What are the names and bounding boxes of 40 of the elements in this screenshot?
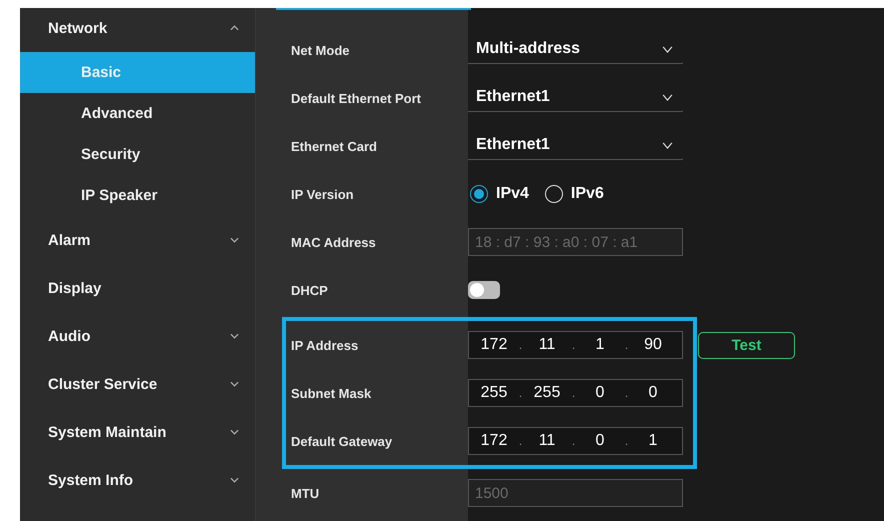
field-label: DHCP bbox=[291, 282, 329, 298]
chevron-down-icon bbox=[230, 381, 239, 387]
menu-item[interactable]: System Maintain bbox=[20, 408, 255, 456]
chevron-down-icon bbox=[230, 477, 239, 483]
field-label: IP Address bbox=[291, 338, 360, 352]
chevron-down-icon bbox=[230, 429, 239, 435]
submenu-item[interactable]: IP Speaker bbox=[20, 175, 255, 216]
submenu-item[interactable]: Security bbox=[20, 134, 255, 175]
menu-item[interactable]: Audio bbox=[20, 312, 255, 360]
field-label: Default Gateway bbox=[291, 434, 394, 448]
chevron-up-icon bbox=[230, 25, 239, 31]
field-label: Net Mode bbox=[291, 42, 350, 58]
radio-label: IPv4 bbox=[496, 185, 529, 203]
ip-input-field[interactable]: 172 . 11 . 1 . 90 bbox=[468, 331, 683, 359]
field-label: MAC Address bbox=[291, 234, 377, 250]
ip-input-field[interactable]: 255 . 255 . 0 . 0 bbox=[468, 379, 683, 407]
dropdown[interactable]: Multi-address bbox=[468, 36, 683, 64]
field-label: Ethernet Card bbox=[291, 138, 378, 154]
dropdown[interactable]: Ethernet1 bbox=[468, 84, 683, 112]
field-label: MTU bbox=[291, 486, 320, 500]
caret-icon bbox=[662, 142, 673, 148]
caret-icon bbox=[662, 94, 673, 100]
submenu-item[interactable]: Advanced bbox=[20, 93, 255, 134]
menu-item[interactable]: Display bbox=[20, 264, 255, 312]
ip-input-field[interactable]: 172 . 11 . 0 . 1 bbox=[468, 427, 683, 455]
caret-icon bbox=[662, 46, 673, 52]
menu-item[interactable]: Cluster Service bbox=[20, 360, 255, 408]
menu-item[interactable]: System Info bbox=[20, 456, 255, 504]
toggle-switch[interactable] bbox=[468, 281, 500, 299]
field-label: Default Ethernet Port bbox=[291, 90, 422, 106]
field-label: Subnet Mask bbox=[291, 386, 372, 400]
menu-item[interactable]: Network bbox=[20, 8, 255, 48]
dropdown[interactable]: Ethernet1 bbox=[468, 132, 683, 160]
radio-button[interactable] bbox=[470, 185, 488, 203]
chevron-down-icon bbox=[230, 237, 239, 243]
radio-label: IPv6 bbox=[570, 185, 604, 203]
chevron-down-icon bbox=[230, 333, 239, 339]
field-label: IP Version bbox=[291, 186, 355, 202]
test-button[interactable]: Test bbox=[698, 332, 795, 358]
menu-item[interactable]: Alarm bbox=[20, 216, 255, 264]
